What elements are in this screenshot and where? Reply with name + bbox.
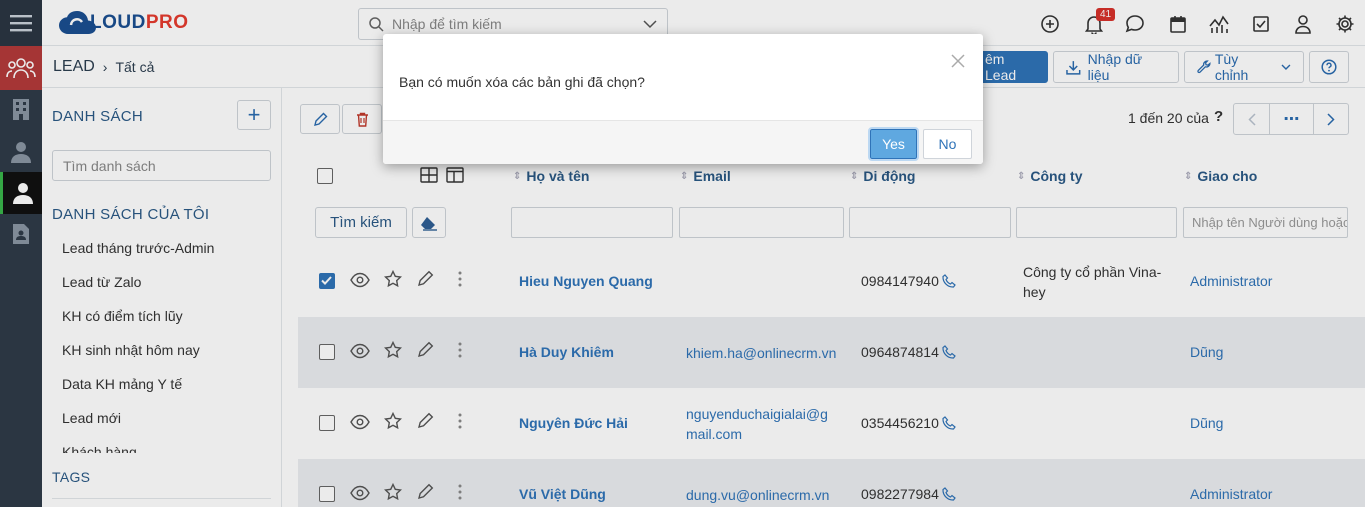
- close-icon[interactable]: [949, 52, 967, 70]
- dialog-message: Bạn có muốn xóa các bản ghi đã chọn?: [399, 74, 645, 90]
- confirm-yes-button[interactable]: Yes: [868, 127, 919, 161]
- confirm-delete-dialog: Bạn có muốn xóa các bản ghi đã chọn? Yes…: [383, 34, 983, 164]
- dialog-footer: Yes No: [383, 120, 983, 164]
- confirm-no-button[interactable]: No: [923, 129, 972, 159]
